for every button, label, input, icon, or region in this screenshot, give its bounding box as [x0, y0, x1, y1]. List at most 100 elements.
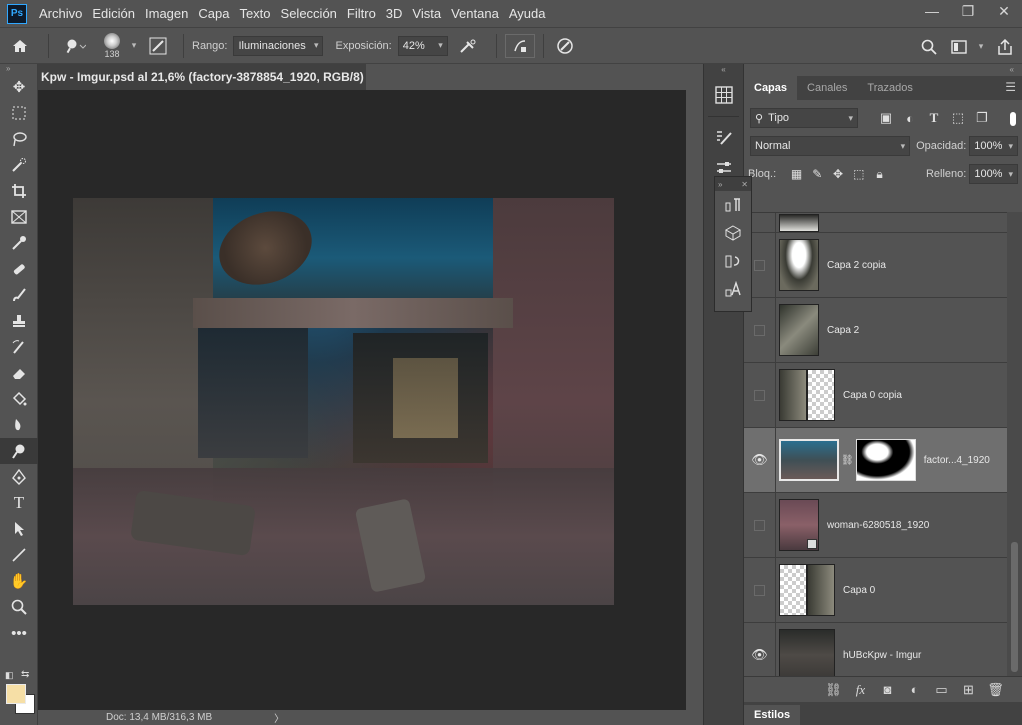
eraser-tool-icon[interactable] — [0, 360, 38, 386]
lock-all-icon[interactable]: 🔒︎ — [869, 167, 890, 182]
filter-toggle[interactable] — [1010, 112, 1016, 126]
tab-canales[interactable]: Canales — [797, 76, 857, 100]
brush-preview[interactable]: 138 — [97, 31, 127, 61]
more-tools-icon[interactable]: ••• — [0, 620, 38, 646]
layer-row[interactable]: Capa 2 — [744, 297, 1008, 363]
pen-tool-icon[interactable] — [0, 464, 38, 490]
clone-stamp-tool-icon[interactable] — [0, 308, 38, 334]
filter-pixel-icon[interactable]: ▣ — [874, 110, 898, 126]
layer-row[interactable]: 👁︎ hUBcKpw - Imgur — [744, 622, 1008, 676]
menu-imagen[interactable]: Imagen — [143, 6, 196, 21]
layer-row[interactable]: woman-6280518_1920 — [744, 492, 1008, 558]
menu-ventana[interactable]: Ventana — [449, 6, 507, 21]
restore-button[interactable]: ❐ — [950, 0, 986, 22]
menu-3d[interactable]: 3D — [384, 6, 411, 21]
layer-row[interactable]: Capa 2 copia — [744, 232, 1008, 298]
lock-artboard-icon[interactable]: ⬚ — [848, 167, 869, 181]
brush-tool-icon[interactable] — [0, 282, 38, 308]
filter-adjustment-icon[interactable]: ◐ — [898, 111, 922, 126]
menu-capa[interactable]: Capa — [196, 6, 237, 21]
tab-capas[interactable]: Capas — [744, 76, 798, 100]
crop-tool-icon[interactable] — [0, 178, 38, 204]
history-panel-icon[interactable] — [715, 247, 751, 275]
collapse-arrows-icon[interactable]: « — [744, 64, 1022, 76]
new-group-icon[interactable]: ▭ — [928, 682, 955, 698]
lock-transparent-icon[interactable]: ▦ — [786, 167, 807, 181]
menu-seleccion[interactable]: Selección — [279, 6, 345, 21]
grid-panel-icon[interactable] — [704, 80, 744, 110]
line-tool-icon[interactable] — [0, 542, 38, 568]
layer-row-partial[interactable] — [744, 213, 1008, 233]
home-icon[interactable] — [0, 38, 40, 54]
floating-panel-header[interactable]: » ✕ — [715, 177, 751, 191]
range-dropdown[interactable]: Iluminaciones ▾ — [233, 35, 324, 56]
collapse-arrows-icon[interactable]: « — [704, 64, 743, 76]
panel-menu-icon[interactable]: ☰ — [1005, 80, 1016, 94]
visibility-toggle[interactable] — [744, 492, 776, 558]
layer-row[interactable]: Capa 0 — [744, 557, 1008, 623]
visibility-eye-icon[interactable]: 👁︎ — [744, 622, 776, 676]
scrollbar-thumb[interactable] — [1011, 542, 1018, 672]
menu-ayuda[interactable]: Ayuda — [507, 6, 554, 21]
3d-panel-icon[interactable] — [715, 219, 751, 247]
default-colors-icon[interactable]: ◧ — [5, 670, 14, 681]
quick-selection-tool-icon[interactable] — [0, 152, 38, 178]
filter-type-dropdown[interactable]: ⚲ Tipo ▾ — [750, 108, 858, 128]
mask-link-icon[interactable]: ⛓︎ — [841, 455, 854, 466]
close-window-button[interactable]: ✕ — [986, 0, 1022, 22]
protect-tones-toggle[interactable] — [504, 33, 535, 58]
visibility-eye-icon[interactable]: 👁︎ — [744, 427, 776, 493]
visibility-toggle[interactable] — [744, 362, 776, 428]
move-tool-icon[interactable]: ✥ — [0, 74, 38, 100]
exposure-field[interactable]: 42% ▾ — [397, 35, 448, 56]
history-brush-tool-icon[interactable] — [0, 334, 38, 360]
foreground-color-swatch[interactable] — [6, 684, 26, 704]
frame-tool-icon[interactable] — [0, 204, 38, 230]
close-panel-icon[interactable]: ✕ — [741, 180, 748, 189]
brush-panel-icon[interactable] — [704, 123, 744, 153]
new-adjustment-layer-icon[interactable]: ◐ — [901, 682, 928, 697]
menu-archivo[interactable]: Archivo — [37, 6, 90, 21]
layer-row[interactable]: Capa 0 copia — [744, 362, 1008, 428]
tab-estilos[interactable]: Estilos — [744, 705, 801, 725]
pressure-icon[interactable] — [552, 37, 578, 55]
brush-settings-icon[interactable] — [141, 37, 175, 55]
healing-brush-tool-icon[interactable] — [0, 256, 38, 282]
link-layers-icon[interactable]: ⛓︎ — [820, 682, 847, 698]
workspace-icon[interactable] — [944, 39, 974, 54]
status-menu-arrow-icon[interactable]: 〉 — [274, 710, 284, 725]
filter-type-icon[interactable]: T — [922, 110, 946, 126]
filter-smart-object-icon[interactable]: ❐ — [970, 110, 994, 126]
blur-tool-icon[interactable] — [0, 412, 38, 438]
paint-bucket-tool-icon[interactable] — [0, 386, 38, 412]
eyedropper-tool-icon[interactable] — [0, 230, 38, 256]
lasso-tool-icon[interactable] — [0, 126, 38, 152]
lock-pixels-icon[interactable]: ✎ — [807, 167, 828, 181]
layer-row-selected[interactable]: 👁︎ ⛓︎ factor...4_1920 — [744, 427, 1008, 493]
menu-edicion[interactable]: Edición — [90, 6, 143, 21]
vertical-scrollbar[interactable] — [686, 90, 703, 710]
new-layer-icon[interactable]: ⊞ — [955, 682, 982, 698]
layers-scrollbar[interactable] — [1007, 212, 1022, 676]
marquee-tool-icon[interactable] — [0, 100, 38, 126]
lock-position-icon[interactable]: ✥ — [828, 167, 849, 181]
document-tab[interactable]: Kpw - Imgur.psd al 21,6% (factory-387885… — [38, 64, 389, 90]
filter-shape-icon[interactable]: ⬚ — [946, 110, 970, 126]
visibility-toggle[interactable] — [744, 557, 776, 623]
type-tool-icon[interactable]: T — [0, 490, 38, 516]
expand-arrows-icon[interactable]: » — [718, 180, 722, 189]
menu-filtro[interactable]: Filtro — [345, 6, 384, 21]
menu-texto[interactable]: Texto — [237, 6, 278, 21]
paragraph-panel-icon[interactable] — [715, 191, 751, 219]
add-mask-icon[interactable]: ◙ — [874, 682, 901, 697]
character-panel-icon[interactable] — [715, 275, 751, 303]
search-icon[interactable] — [914, 39, 944, 55]
collapse-arrows-icon[interactable]: » — [0, 64, 37, 74]
layer-mask-thumbnail[interactable] — [855, 439, 916, 481]
delete-layer-icon[interactable]: 🗑︎ — [982, 682, 1009, 698]
tab-trazados[interactable]: Trazados — [857, 76, 922, 100]
chevron-down-icon[interactable]: ▾ — [127, 40, 141, 51]
minimize-button[interactable]: — — [914, 0, 950, 22]
opacity-field[interactable]: 100% ▾ — [969, 136, 1018, 156]
dodge-tool-preset-icon[interactable] — [57, 38, 93, 54]
